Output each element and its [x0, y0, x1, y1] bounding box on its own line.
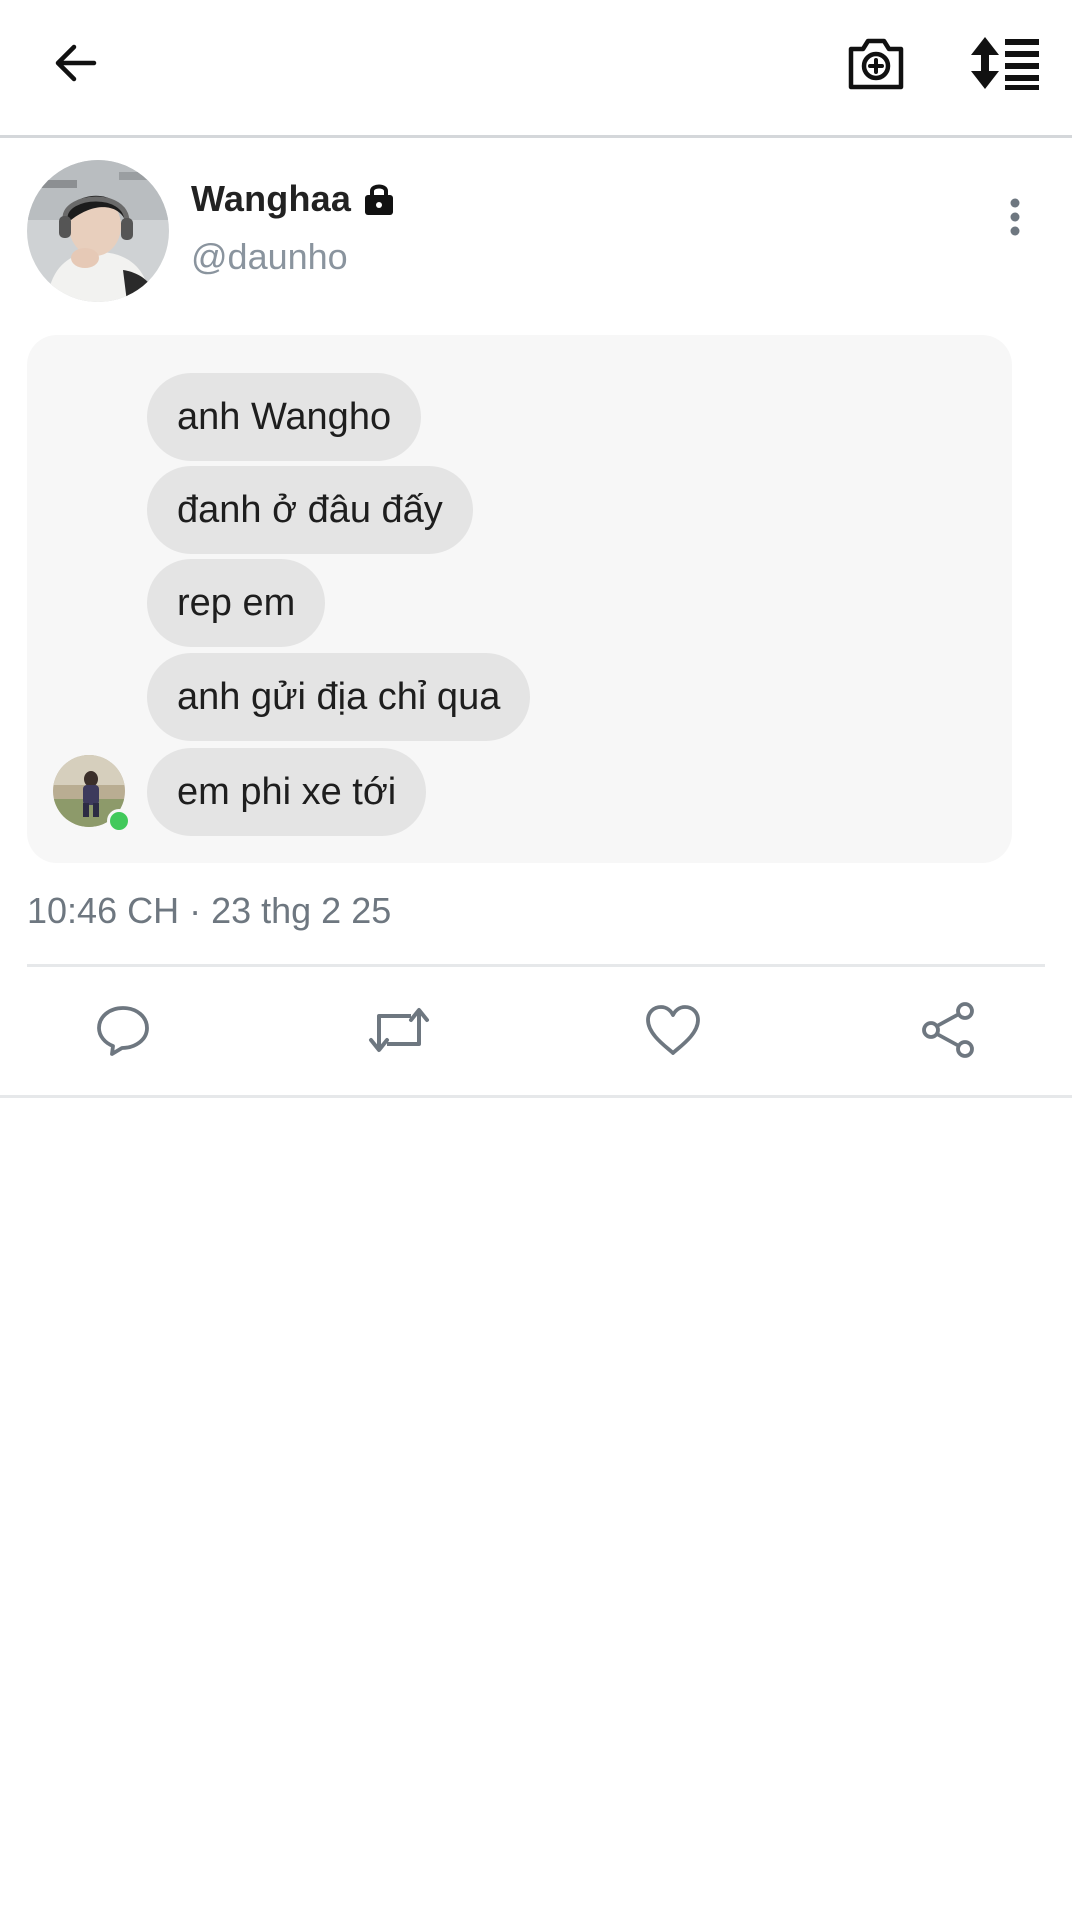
camera-add-icon	[848, 38, 904, 90]
more-options-button[interactable]	[990, 182, 1040, 252]
author-avatar[interactable]	[27, 160, 169, 302]
back-button[interactable]	[36, 28, 116, 98]
share-icon	[922, 1002, 974, 1058]
post-header: Wanghaa @daunho	[0, 138, 1072, 318]
chat-screenshot-card[interactable]: anh Wangho đanh ở đâu đấy rep em anh gửi…	[27, 335, 1012, 863]
message-bubble: rep em	[147, 559, 326, 647]
retweet-button[interactable]	[364, 995, 434, 1065]
comment-icon	[97, 1006, 149, 1056]
post-timestamp: 10:46 CH · 23 thg 2 25	[27, 890, 392, 931]
online-status-indicator	[107, 809, 131, 833]
like-button[interactable]	[638, 995, 708, 1065]
lock-icon	[365, 184, 394, 215]
sort-list-icon	[971, 37, 1039, 90]
message-bubble: anh gửi địa chỉ qua	[147, 653, 531, 741]
arrow-left-icon	[55, 44, 97, 82]
message-bubble: đanh ở đâu đấy	[147, 466, 473, 554]
divider	[0, 1095, 1072, 1098]
more-vertical-icon	[1010, 198, 1020, 236]
message-bubble: anh Wangho	[147, 373, 422, 461]
post-action-bar	[0, 967, 1072, 1095]
camera-button[interactable]	[836, 26, 916, 100]
message-bubble: em phi xe tới	[147, 748, 427, 836]
author-handle: @daunho	[191, 236, 348, 277]
top-app-bar	[0, 0, 1072, 138]
display-name: Wanghaa	[191, 178, 352, 219]
reply-button[interactable]	[88, 995, 158, 1065]
heart-icon	[646, 1005, 700, 1055]
share-button[interactable]	[914, 995, 984, 1065]
retweet-icon	[369, 1008, 429, 1052]
sort-button[interactable]	[962, 26, 1048, 100]
display-name-row: Wanghaa	[191, 178, 397, 220]
